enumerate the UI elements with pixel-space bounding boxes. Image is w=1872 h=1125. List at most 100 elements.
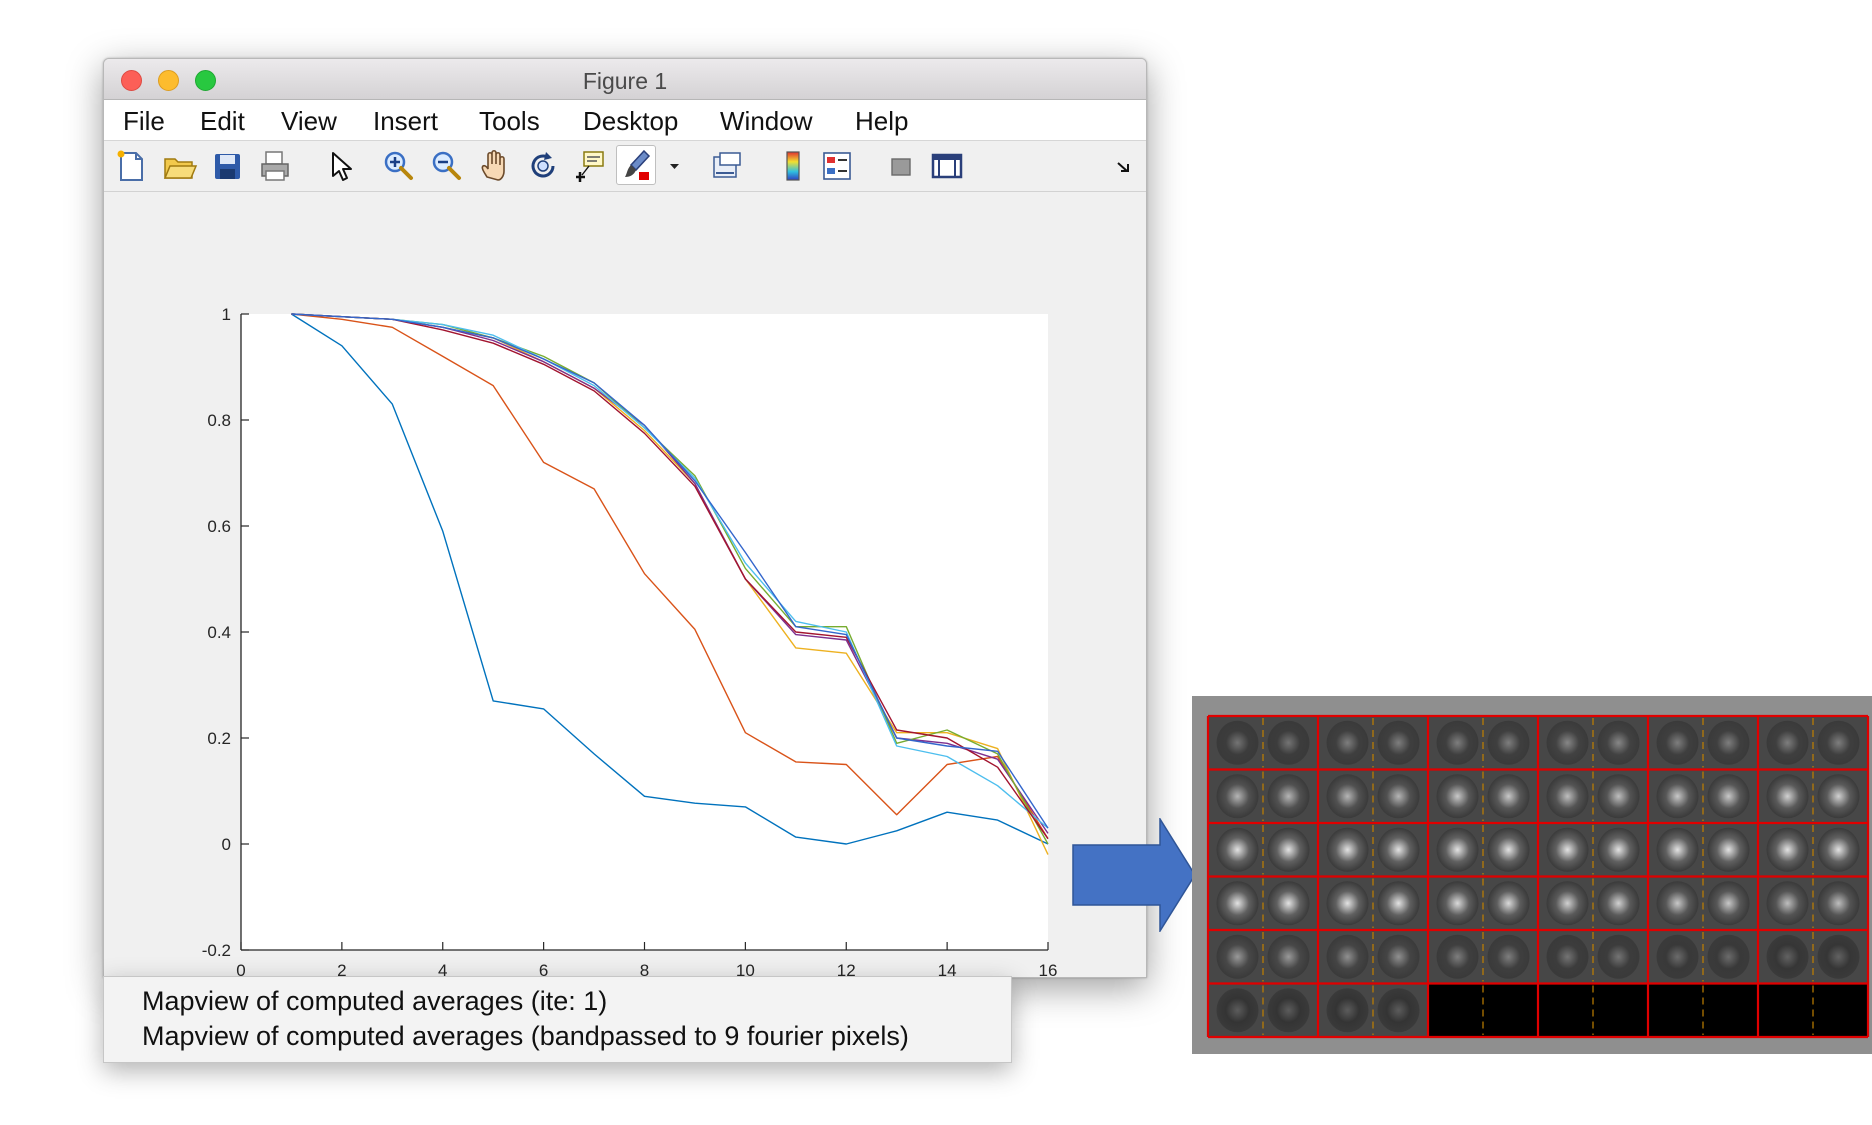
particle-average — [1436, 881, 1479, 926]
menu-view[interactable]: View — [281, 106, 337, 137]
particle-average — [1546, 827, 1589, 872]
particle-average — [1326, 774, 1369, 819]
particle-average — [1377, 774, 1420, 819]
y-tick-label: 0.2 — [207, 729, 231, 748]
particle-average — [1487, 774, 1530, 819]
window-title: Figure 1 — [582, 68, 668, 94]
y-tick-label: 0.4 — [207, 623, 231, 642]
particle-average — [1546, 720, 1589, 765]
particle-average — [1377, 881, 1420, 926]
particle-average — [1766, 934, 1809, 979]
axes-background — [241, 314, 1048, 950]
particle-average — [1707, 774, 1750, 819]
y-tick-label: 0.6 — [207, 517, 231, 536]
particle-average — [1546, 774, 1589, 819]
particle-average — [1216, 720, 1259, 765]
zoom-in-icon[interactable] — [380, 147, 418, 185]
y-tick-label: 0 — [222, 835, 231, 854]
print-icon[interactable] — [256, 147, 294, 185]
save-icon[interactable] — [208, 147, 246, 185]
figure-toolbar — [104, 141, 1146, 192]
particle-average — [1487, 827, 1530, 872]
particle-average — [1597, 720, 1640, 765]
particle-average — [1216, 774, 1259, 819]
arrow-right-icon — [1072, 818, 1196, 932]
particle-average — [1817, 774, 1860, 819]
particle-average — [1326, 988, 1369, 1033]
particle-average — [1766, 827, 1809, 872]
zoom-out-icon[interactable] — [428, 147, 466, 185]
pointer-icon[interactable] — [320, 147, 358, 185]
particle-average — [1436, 934, 1479, 979]
particle-average — [1326, 720, 1369, 765]
particle-average — [1377, 720, 1420, 765]
pan-hand-icon[interactable] — [476, 147, 514, 185]
menu-tools[interactable]: Tools — [479, 106, 540, 137]
particle-average — [1597, 827, 1640, 872]
averages-montage — [1192, 696, 1872, 1054]
particle-average — [1377, 934, 1420, 979]
particle-average — [1766, 774, 1809, 819]
particle-average — [1377, 988, 1420, 1033]
particle-average — [1377, 827, 1420, 872]
menu-file[interactable]: File — [123, 106, 165, 137]
line-plot[interactable]: 0 2 4 6 8 10 12 14 16-0.200.20.40.60.81 — [104, 192, 1146, 978]
menu-desktop[interactable]: Desktop — [583, 106, 678, 137]
particle-average — [1267, 827, 1310, 872]
hide-plot-tools-icon[interactable] — [882, 147, 920, 185]
montage-grid — [1206, 714, 1870, 1039]
particle-average — [1707, 881, 1750, 926]
particle-average — [1766, 881, 1809, 926]
menu-help[interactable]: Help — [855, 106, 908, 137]
particle-average — [1656, 720, 1699, 765]
particle-average — [1216, 881, 1259, 926]
particle-average — [1267, 881, 1310, 926]
mapview-dropdown: Mapview of computed averages (ite: 1) Ma… — [103, 976, 1012, 1063]
link-plot-icon[interactable] — [708, 147, 746, 185]
particle-average — [1436, 774, 1479, 819]
rotate-3d-icon[interactable] — [524, 147, 562, 185]
particle-average — [1436, 827, 1479, 872]
new-figure-icon[interactable] — [112, 147, 150, 185]
particle-average — [1216, 934, 1259, 979]
mapview-option-ite[interactable]: Mapview of computed averages (ite: 1) — [142, 986, 607, 1017]
particle-average — [1267, 720, 1310, 765]
particle-average — [1817, 720, 1860, 765]
particle-average — [1267, 934, 1310, 979]
particle-average — [1546, 881, 1589, 926]
y-tick-label: 0.8 — [207, 411, 231, 430]
mapview-option-bandpassed[interactable]: Mapview of computed averages (bandpassed… — [142, 1021, 909, 1052]
particle-average — [1656, 881, 1699, 926]
figure-window: Figure 1 File Edit View Insert Tools Des… — [103, 58, 1147, 978]
particle-average — [1656, 934, 1699, 979]
particle-average — [1216, 988, 1259, 1033]
brush-dropdown-icon[interactable] — [656, 147, 679, 185]
brush-icon[interactable] — [616, 145, 656, 185]
menu-insert[interactable]: Insert — [373, 106, 438, 137]
particle-average — [1817, 881, 1860, 926]
particle-average — [1707, 934, 1750, 979]
menu-bar: File Edit View Insert Tools Desktop Wind… — [104, 100, 1146, 141]
particle-average — [1326, 827, 1369, 872]
menu-window[interactable]: Window — [720, 106, 812, 137]
particle-average — [1487, 881, 1530, 926]
particle-average — [1597, 774, 1640, 819]
particle-average — [1766, 720, 1809, 765]
particle-average — [1707, 720, 1750, 765]
particle-average — [1546, 934, 1589, 979]
particle-average — [1487, 934, 1530, 979]
colorbar-icon[interactable] — [774, 147, 812, 185]
y-tick-label: -0.2 — [202, 941, 231, 960]
plot-area: 0 2 4 6 8 10 12 14 16 -0.2 0 0.2 0.4 0.6 0.8 1 — [104, 192, 1146, 977]
title-bar[interactable]: Figure 1 — [104, 59, 1146, 100]
particle-average — [1817, 934, 1860, 979]
data-cursor-icon[interactable] — [570, 147, 608, 185]
show-plot-tools-icon[interactable] — [928, 147, 966, 185]
open-file-icon[interactable] — [160, 147, 198, 185]
particle-average — [1326, 881, 1369, 926]
dock-icon[interactable] — [1106, 147, 1136, 185]
legend-icon[interactable] — [818, 147, 856, 185]
y-tick-label: 1 — [222, 305, 231, 324]
particle-average — [1267, 774, 1310, 819]
menu-edit[interactable]: Edit — [200, 106, 245, 137]
